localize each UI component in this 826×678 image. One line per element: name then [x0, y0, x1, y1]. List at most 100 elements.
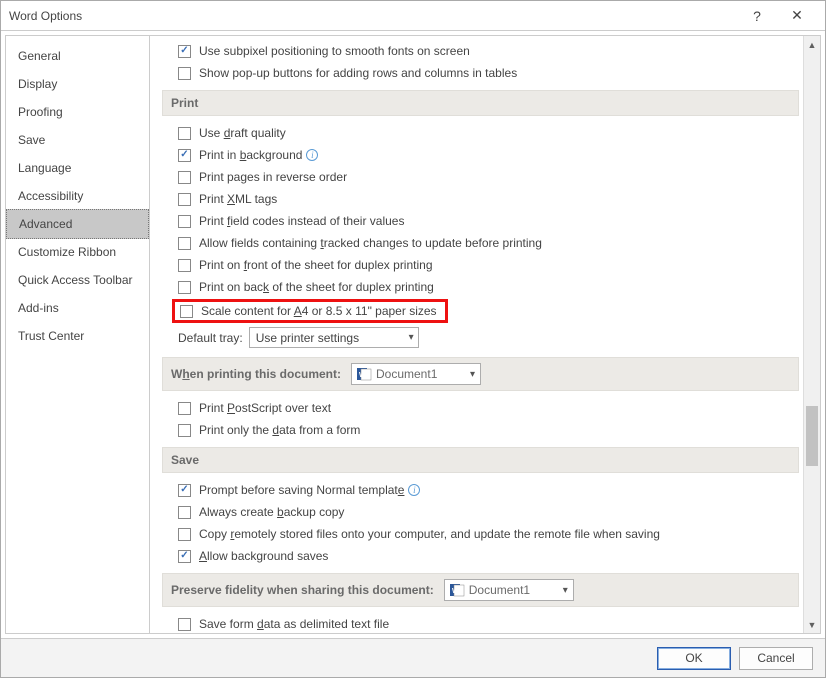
cancel-button[interactable]: Cancel	[739, 647, 813, 670]
word-doc-icon: W	[356, 366, 372, 382]
checkbox-row[interactable]: Print XML tags	[162, 188, 799, 210]
help-button[interactable]: ?	[737, 8, 777, 24]
info-icon[interactable]	[306, 149, 318, 161]
scroll-down-arrow[interactable]: ▼	[804, 616, 820, 633]
checkbox-scale-a4[interactable]	[180, 305, 193, 318]
checkbox-row[interactable]: Print field codes instead of their value…	[162, 210, 799, 232]
preserve-doc-select[interactable]: W Document1	[444, 579, 574, 601]
checkbox-row[interactable]: Print on front of the sheet for duplex p…	[162, 254, 799, 276]
sidebar-item-advanced[interactable]: Advanced	[6, 209, 149, 239]
window-title: Word Options	[9, 9, 737, 23]
sidebar-item-accessibility[interactable]: Accessibility	[6, 182, 149, 210]
sidebar-item-display[interactable]: Display	[6, 70, 149, 98]
checkbox-row[interactable]: Use subpixel positioning to smooth fonts…	[162, 40, 799, 62]
checkbox-draft-quality[interactable]	[178, 127, 191, 140]
sidebar-item-trust-center[interactable]: Trust Center	[6, 322, 149, 350]
checkbox-row[interactable]: Prompt before saving Normal template	[162, 479, 799, 501]
section-title: When printing this document:	[171, 367, 341, 381]
checkbox-form-data-only[interactable]	[178, 424, 191, 437]
section-title: Preserve fidelity when sharing this docu…	[171, 583, 434, 597]
checkbox-row[interactable]: Show pop-up buttons for adding rows and …	[162, 62, 799, 84]
checkbox-row[interactable]: Save form data as delimited text file	[162, 613, 799, 633]
sidebar-item-general[interactable]: General	[6, 42, 149, 70]
checkbox-tracked-changes-update[interactable]	[178, 237, 191, 250]
checkbox-label: Prompt before saving Normal template	[199, 482, 404, 498]
scroll-thumb[interactable]	[806, 406, 818, 466]
select-value: Use printer settings	[256, 330, 359, 346]
options-content: Use subpixel positioning to smooth fonts…	[150, 36, 803, 633]
checkbox-label: Always create backup copy	[199, 504, 344, 520]
scroll-up-arrow[interactable]: ▲	[804, 36, 820, 53]
print-doc-select[interactable]: W Document1	[351, 363, 481, 385]
checkbox-xml-tags[interactable]	[178, 193, 191, 206]
sidebar-item-quick-access-toolbar[interactable]: Quick Access Toolbar	[6, 266, 149, 294]
svg-text:W: W	[452, 588, 459, 595]
checkbox-row[interactable]: Print on back of the sheet for duplex pr…	[162, 276, 799, 298]
checkbox-label: Print PostScript over text	[199, 400, 331, 416]
checkbox-row[interactable]: Use draft quality	[162, 122, 799, 144]
section-title: Print	[171, 96, 198, 110]
vertical-scrollbar[interactable]: ▲ ▼	[803, 36, 820, 633]
checkbox-backup-copy[interactable]	[178, 506, 191, 519]
svg-text:W: W	[359, 372, 366, 379]
checkbox-popup-buttons[interactable]	[178, 67, 191, 80]
word-doc-icon: W	[449, 582, 465, 598]
info-icon[interactable]	[408, 484, 420, 496]
close-button[interactable]: ✕	[777, 7, 817, 24]
checkbox-row[interactable]: Allow background saves	[162, 545, 799, 567]
checkbox-label: Save form data as delimited text file	[199, 616, 389, 632]
select-value: Document1	[469, 583, 530, 597]
checkbox-label: Allow background saves	[199, 548, 328, 564]
dialog-footer: OK Cancel	[1, 639, 825, 677]
checkbox-duplex-front[interactable]	[178, 259, 191, 272]
checkbox-row-highlighted[interactable]: Scale content for A4 or 8.5 x 11" paper …	[162, 298, 799, 324]
checkbox-row[interactable]: Copy remotely stored files onto your com…	[162, 523, 799, 545]
checkbox-label: Print field codes instead of their value…	[199, 213, 404, 229]
content-wrap: Use subpixel positioning to smooth fonts…	[150, 35, 821, 634]
default-tray-select[interactable]: Use printer settings	[249, 327, 419, 348]
checkbox-row[interactable]: Print pages in reverse order	[162, 166, 799, 188]
checkbox-label: Scale content for A4 or 8.5 x 11" paper …	[201, 303, 437, 319]
checkbox-prompt-normal[interactable]	[178, 484, 191, 497]
checkbox-row[interactable]: Print only the data from a form	[162, 419, 799, 441]
sidebar: General Display Proofing Save Language A…	[5, 35, 150, 634]
main-area: General Display Proofing Save Language A…	[1, 31, 825, 639]
checkbox-label: Print on front of the sheet for duplex p…	[199, 257, 433, 273]
checkbox-duplex-back[interactable]	[178, 281, 191, 294]
default-tray-label: Default tray:	[178, 330, 243, 346]
checkbox-row[interactable]: Print in background	[162, 144, 799, 166]
sidebar-item-proofing[interactable]: Proofing	[6, 98, 149, 126]
checkbox-field-codes[interactable]	[178, 215, 191, 228]
sidebar-item-language[interactable]: Language	[6, 154, 149, 182]
checkbox-label: Copy remotely stored files onto your com…	[199, 526, 660, 542]
checkbox-label: Print XML tags	[199, 191, 277, 207]
checkbox-label: Print on back of the sheet for duplex pr…	[199, 279, 434, 295]
section-header-preserve: Preserve fidelity when sharing this docu…	[162, 573, 799, 607]
checkbox-label: Print only the data from a form	[199, 422, 360, 438]
section-header-save: Save	[162, 447, 799, 473]
checkbox-label: Use draft quality	[199, 125, 286, 141]
checkbox-bg-saves[interactable]	[178, 550, 191, 563]
section-header-print: Print	[162, 90, 799, 116]
sidebar-item-save[interactable]: Save	[6, 126, 149, 154]
checkbox-subpixel[interactable]	[178, 45, 191, 58]
checkbox-row[interactable]: Allow fields containing tracked changes …	[162, 232, 799, 254]
checkbox-label: Print pages in reverse order	[199, 169, 347, 185]
checkbox-label: Show pop-up buttons for adding rows and …	[199, 65, 517, 81]
checkbox-row[interactable]: Always create backup copy	[162, 501, 799, 523]
checkbox-reverse-order[interactable]	[178, 171, 191, 184]
sidebar-item-add-ins[interactable]: Add-ins	[6, 294, 149, 322]
section-header-print-doc: When printing this document: W Document1	[162, 357, 799, 391]
ok-button[interactable]: OK	[657, 647, 731, 670]
checkbox-print-background[interactable]	[178, 149, 191, 162]
checkbox-copy-remote[interactable]	[178, 528, 191, 541]
checkbox-delimited-text[interactable]	[178, 618, 191, 631]
checkbox-postscript[interactable]	[178, 402, 191, 415]
default-tray-row: Default tray: Use printer settings	[162, 324, 799, 351]
checkbox-row[interactable]: Print PostScript over text	[162, 397, 799, 419]
sidebar-item-customize-ribbon[interactable]: Customize Ribbon	[6, 238, 149, 266]
select-value: Document1	[376, 367, 437, 381]
checkbox-label: Use subpixel positioning to smooth fonts…	[199, 43, 470, 59]
red-highlight-box: Scale content for A4 or 8.5 x 11" paper …	[172, 299, 448, 323]
checkbox-label: Allow fields containing tracked changes …	[199, 235, 542, 251]
